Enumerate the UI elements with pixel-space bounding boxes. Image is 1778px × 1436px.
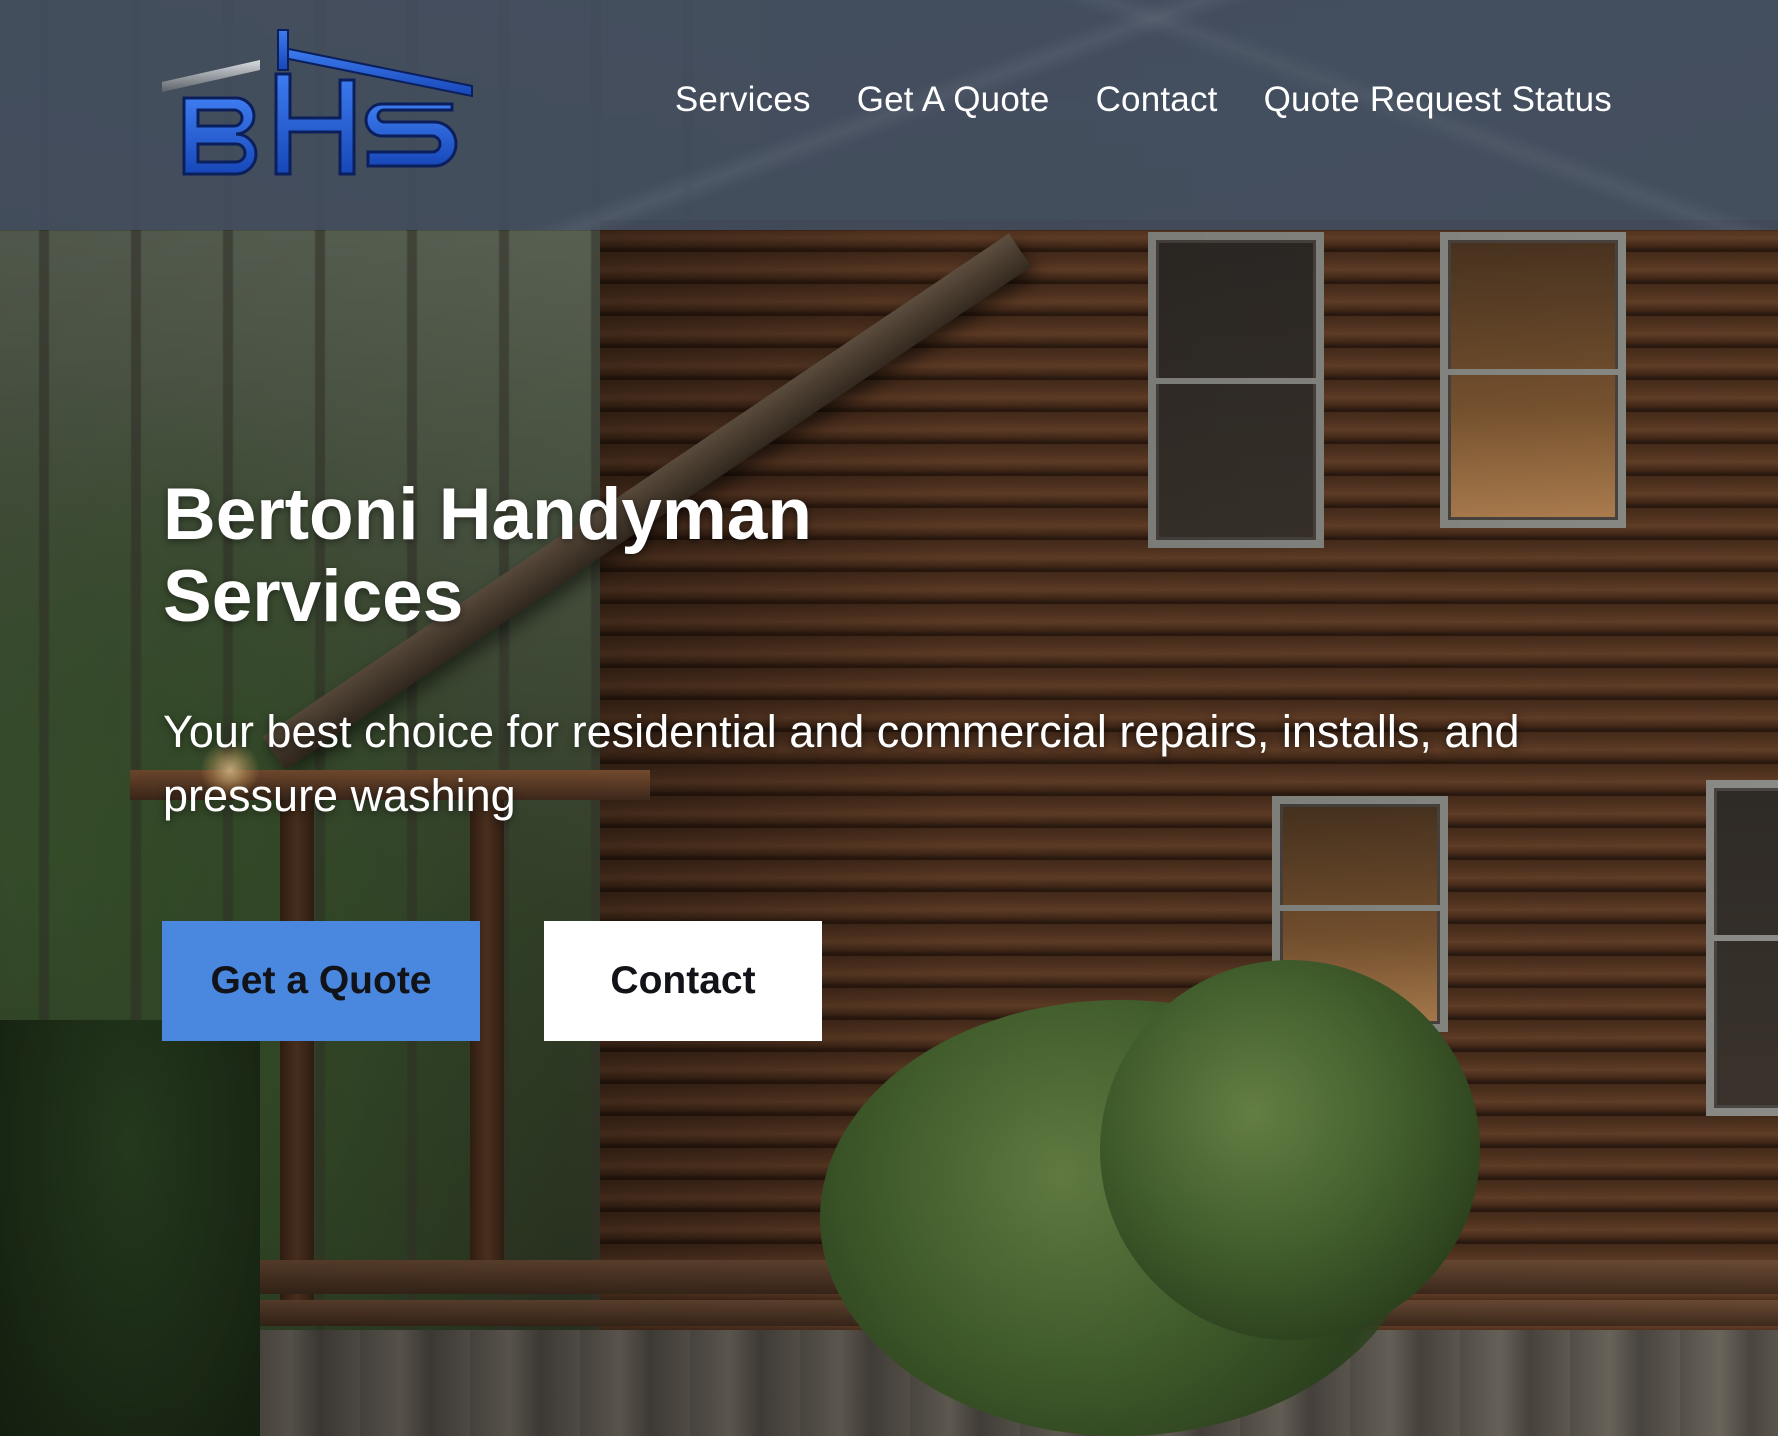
main-nav: Services Get A Quote Contact Quote Reque… xyxy=(675,80,1612,120)
get-a-quote-button[interactable]: Get a Quote xyxy=(162,921,480,1041)
bhs-house-logo-icon xyxy=(162,29,473,176)
contact-button[interactable]: Contact xyxy=(544,921,822,1041)
nav-services[interactable]: Services xyxy=(675,80,811,120)
hero-subtitle: Your best choice for residential and com… xyxy=(163,706,1520,821)
hero-title-line-1: Bertoni Handyman xyxy=(163,474,812,555)
page: Services Get A Quote Contact Quote Reque… xyxy=(0,0,1778,1436)
nav-get-a-quote[interactable]: Get A Quote xyxy=(857,80,1050,120)
nav-contact[interactable]: Contact xyxy=(1096,80,1218,120)
site-header: Services Get A Quote Contact Quote Reque… xyxy=(0,0,1778,230)
hero-title: Bertoni Handyman Services xyxy=(163,474,923,638)
nav-quote-request-status[interactable]: Quote Request Status xyxy=(1264,80,1612,120)
hero-title-line-2: Services xyxy=(163,556,464,637)
site-logo[interactable] xyxy=(160,24,474,184)
